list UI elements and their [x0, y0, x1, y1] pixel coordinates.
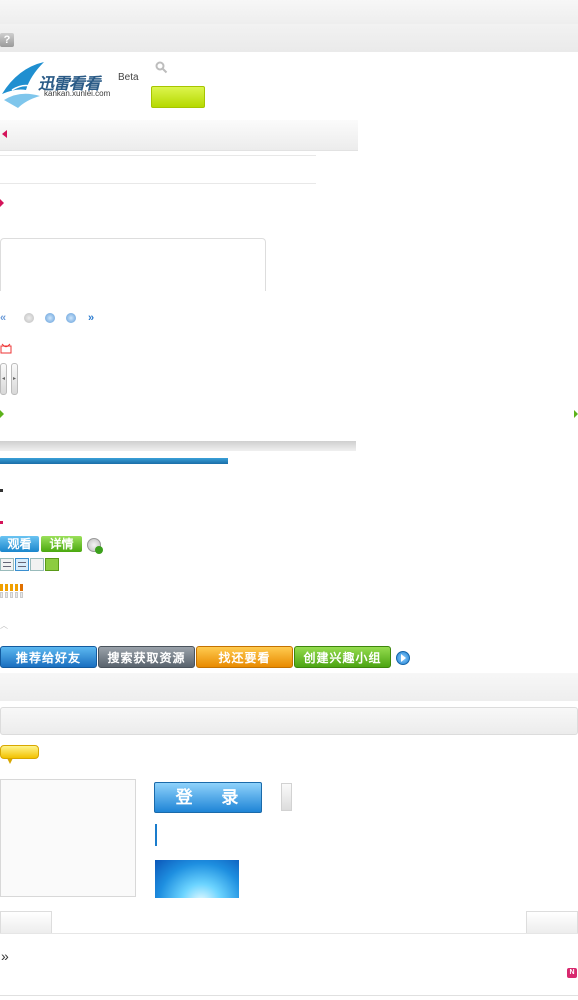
rating-star[interactable] [5, 584, 8, 591]
divider [0, 183, 316, 184]
next-page-icon[interactable]: » [88, 312, 94, 324]
create-group-button[interactable]: 创建兴趣小组 [294, 646, 391, 668]
tab-right[interactable] [526, 911, 578, 934]
list-view-icon[interactable] [0, 558, 14, 571]
gift-icon [0, 343, 12, 354]
rating-star-empty [20, 592, 23, 598]
recommend-friend-button[interactable]: 推荐给好友 [0, 646, 97, 668]
grid-view-icon[interactable] [30, 558, 44, 571]
progress-bar [0, 458, 228, 464]
rating-star-empty [10, 592, 13, 598]
rating-star[interactable] [15, 584, 18, 591]
rating-star[interactable] [10, 584, 13, 591]
rating-star-empty [0, 592, 3, 598]
section-bar [0, 441, 356, 451]
new-badge: N [567, 968, 577, 978]
more-link[interactable]: » [1, 949, 9, 963]
nav-bar [0, 24, 578, 52]
divider [0, 995, 578, 996]
search-button[interactable] [151, 86, 205, 108]
pager-dot[interactable] [24, 313, 34, 323]
speech-bubble-icon [0, 745, 39, 759]
rating-star-empty [15, 592, 18, 598]
tab-left[interactable] [0, 911, 52, 934]
prev-page-icon[interactable]: « [0, 312, 6, 324]
logo-domain: kankan.xunlei.com [44, 89, 111, 98]
bullet [0, 521, 3, 524]
divider [0, 933, 578, 934]
arrow-right-icon[interactable] [0, 199, 4, 207]
channel-tab-bar [0, 120, 358, 151]
caret-up-icon[interactable]: ︿ [0, 622, 8, 630]
scroll-right-button[interactable]: ▸ [11, 363, 18, 395]
detail-view-icon[interactable] [15, 558, 29, 571]
rating-star[interactable] [20, 584, 23, 591]
download-icon[interactable] [87, 538, 103, 554]
rating-star-empty [5, 592, 8, 598]
scroll-handle[interactable] [281, 783, 292, 811]
speech-bubble-tail [7, 758, 13, 764]
section-header [0, 673, 578, 701]
details-button[interactable]: 详情 [41, 536, 82, 552]
content-panel [0, 238, 266, 291]
section-header-box [0, 707, 578, 735]
login-button[interactable]: 登 录 [154, 782, 262, 813]
beta-label: Beta [118, 72, 139, 83]
scroll-left-button[interactable]: ◂ [0, 363, 7, 395]
divider [0, 155, 316, 156]
pager-dot[interactable] [66, 313, 76, 323]
arrow-right-icon[interactable] [574, 410, 578, 418]
play-icon[interactable] [396, 651, 410, 665]
search-resource-button[interactable]: 搜索获取资源 [98, 646, 195, 668]
watch-button[interactable]: 观看 [0, 536, 39, 552]
large-grid-view-icon[interactable] [45, 558, 59, 571]
help-icon[interactable]: ? [0, 33, 14, 47]
bullet [0, 489, 3, 492]
find-more-button[interactable]: 找还要看 [196, 646, 293, 668]
login-panel [0, 779, 136, 897]
rating-star[interactable] [0, 584, 3, 591]
search-icon[interactable] [155, 61, 168, 74]
text-cursor [155, 824, 157, 846]
banner-image[interactable] [155, 860, 239, 898]
pager-dot[interactable] [45, 313, 55, 323]
arrow-right-icon[interactable] [0, 410, 4, 418]
top-bar [0, 0, 578, 24]
arrow-left-icon[interactable] [2, 130, 7, 138]
